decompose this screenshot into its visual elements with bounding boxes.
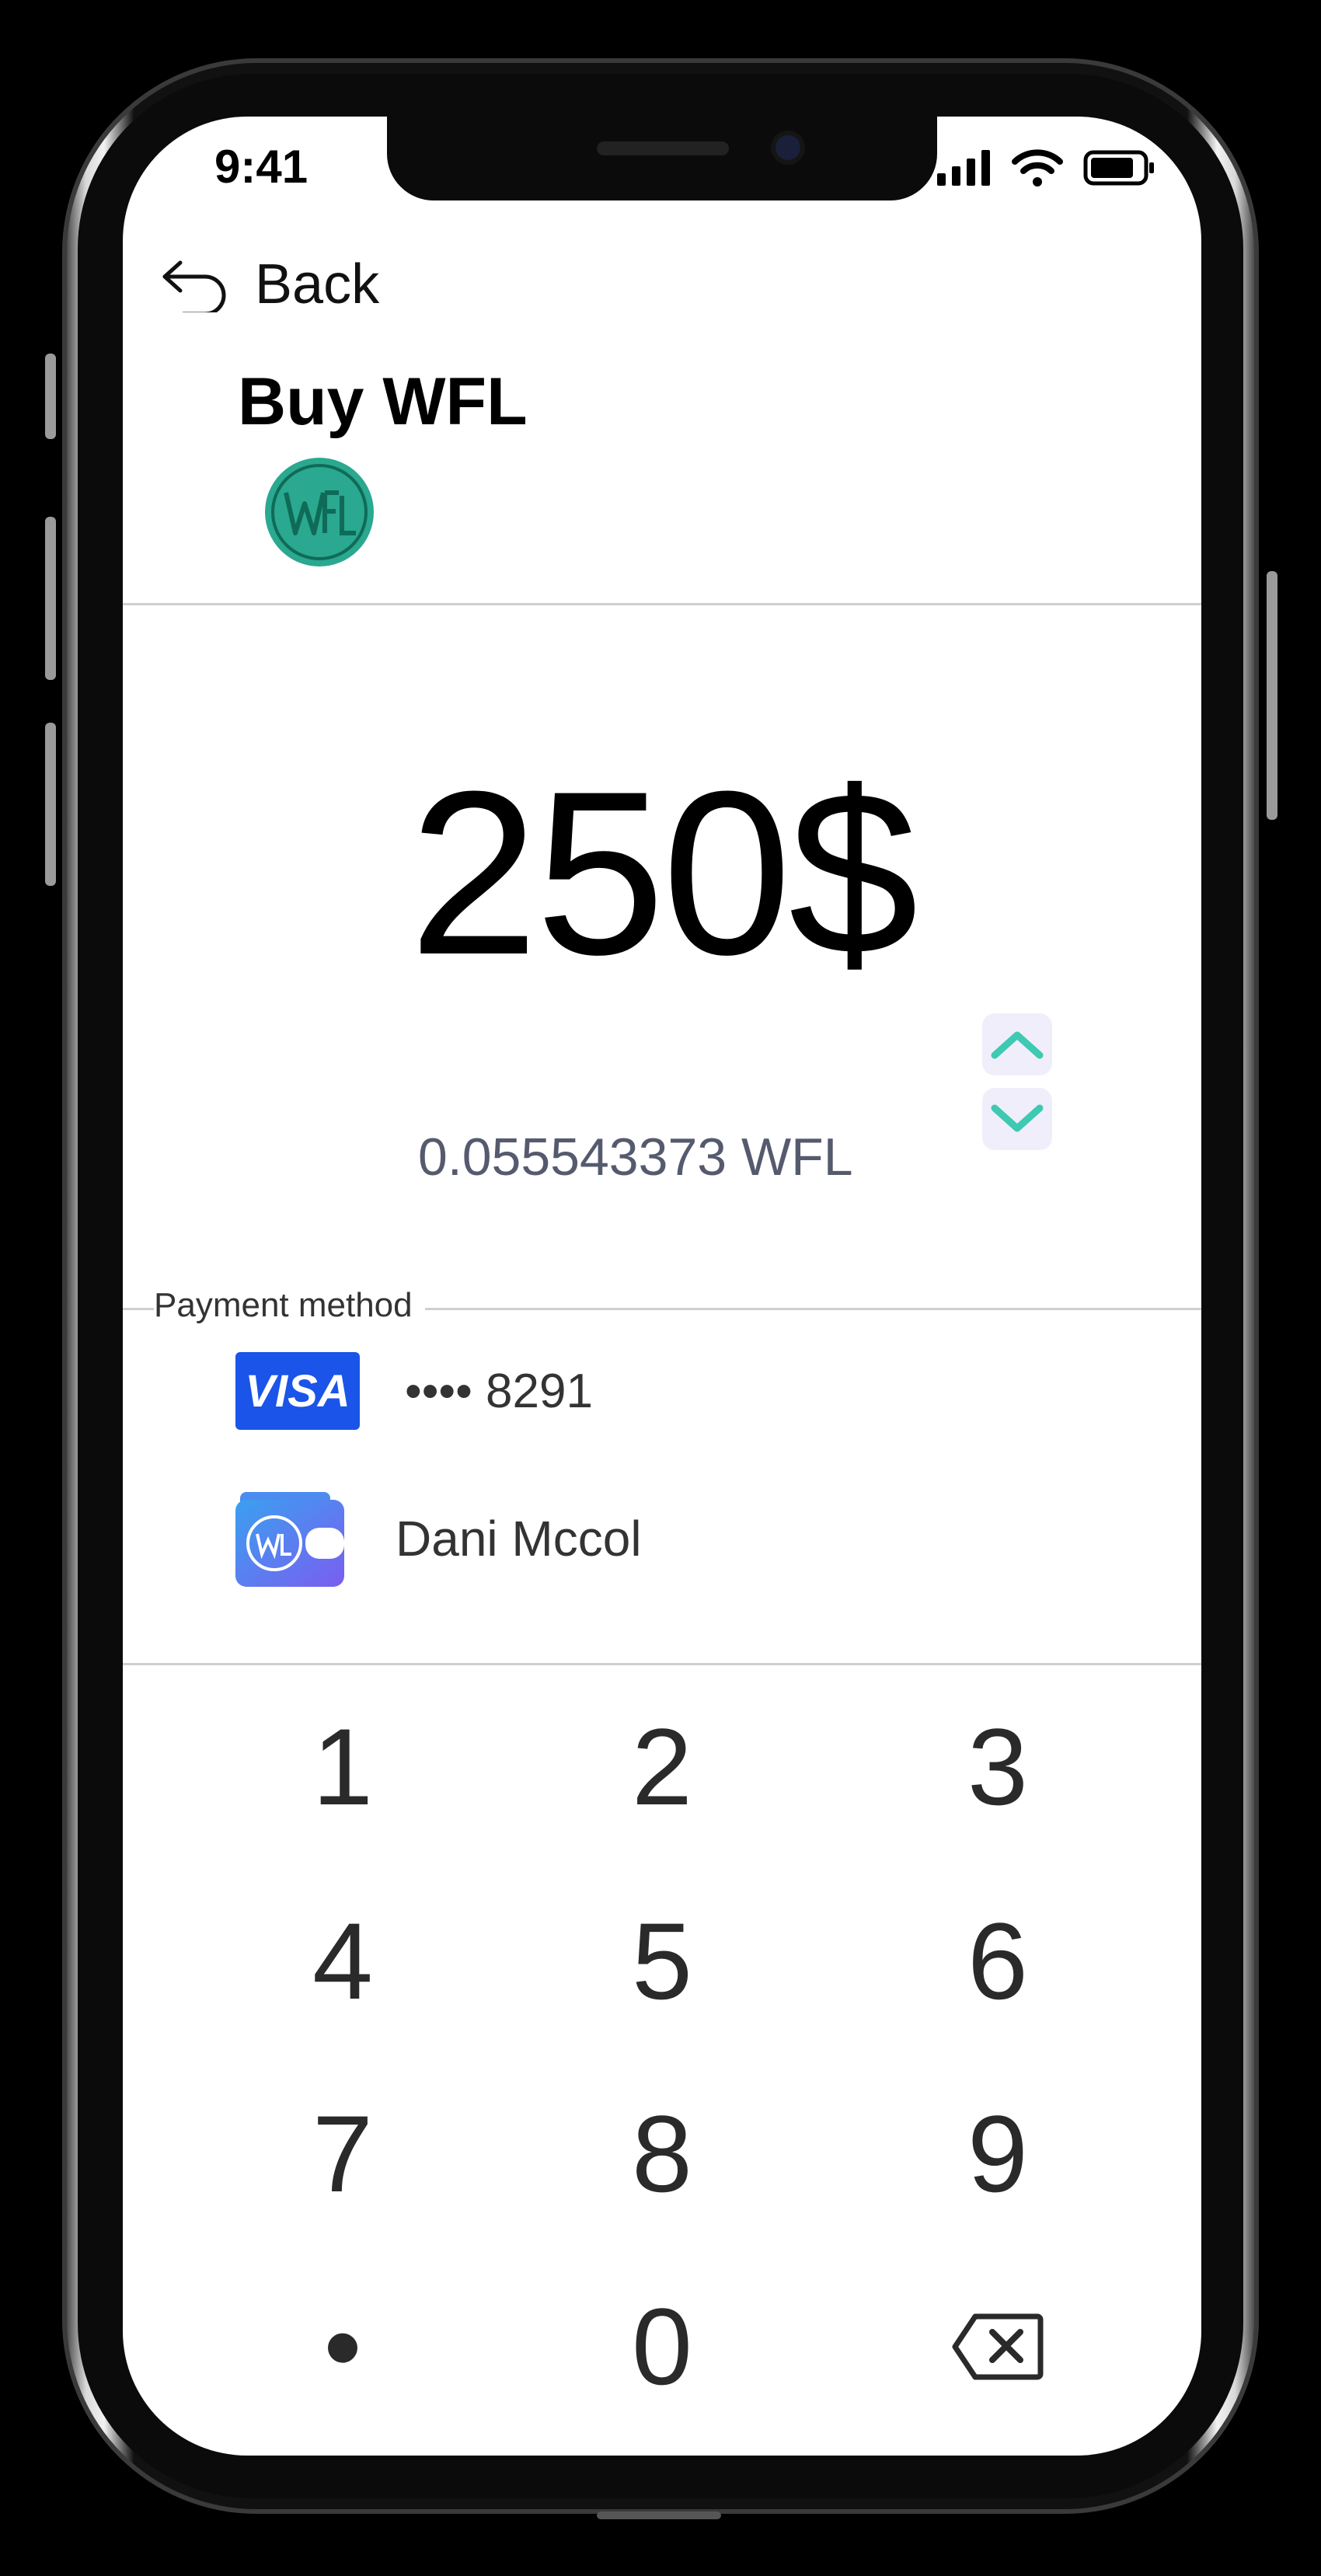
status-time: 9:41 [214,141,308,193]
key-7[interactable]: 7 [226,2076,459,2232]
key-6[interactable]: 6 [881,1884,1114,2039]
key-1[interactable]: 1 [226,1689,459,1845]
back-label: Back [255,253,380,315]
power-button [1267,571,1277,820]
crypto-amount: 0.055543373 WFL [418,1128,853,1187]
front-camera [776,135,800,160]
header-divider [123,603,1201,605]
increase-button[interactable] [982,1013,1052,1075]
fiat-amount: 250$ [409,742,918,1003]
key-0[interactable]: 0 [545,2269,779,2424]
key-2[interactable]: 2 [545,1689,779,1845]
chevron-down-icon [991,1104,1044,1132]
wfl-coin-icon [264,457,375,571]
key-backspace[interactable] [881,2269,1114,2424]
wifi-icon [1012,149,1063,186]
key-3[interactable]: 3 [881,1689,1114,1845]
wallet-icon [235,1492,344,1587]
payment-option-visa[interactable]: VISA •••• 8291 [235,1352,593,1430]
payment-method-label: Payment method [154,1286,425,1325]
notch [387,117,937,200]
back-arrow-icon [162,260,226,312]
status-icons [937,149,1155,186]
decrease-button[interactable] [982,1088,1052,1150]
speaker-grille [597,141,729,155]
key-9[interactable]: 9 [881,2076,1114,2232]
visa-logo: VISA [235,1352,360,1430]
payment-option-wallet[interactable]: Dani Mccol [235,1490,642,1587]
key-decimal[interactable]: • [226,2269,459,2424]
mute-switch [45,354,56,439]
volume-down-button [45,723,56,886]
phone-screen: 9:41 Back Buy WFL 250$ 0.055543373 WFL P… [123,117,1201,2456]
signal-icon [937,150,990,186]
backspace-icon [952,2313,1044,2380]
keypad-divider [123,1663,1201,1665]
page-title: Buy WFL [238,364,528,439]
back-button[interactable]: Back [160,253,379,316]
key-5[interactable]: 5 [545,1884,779,2039]
key-8[interactable]: 8 [545,2076,779,2232]
wallet-owner-name: Dani Mccol [396,1511,642,1567]
chevron-up-icon [991,1031,1044,1059]
battery-icon [1083,150,1154,186]
card-number: •••• 8291 [405,1364,593,1418]
key-4[interactable]: 4 [226,1884,459,2039]
volume-up-button [45,517,56,680]
home-indicator [597,2512,721,2519]
